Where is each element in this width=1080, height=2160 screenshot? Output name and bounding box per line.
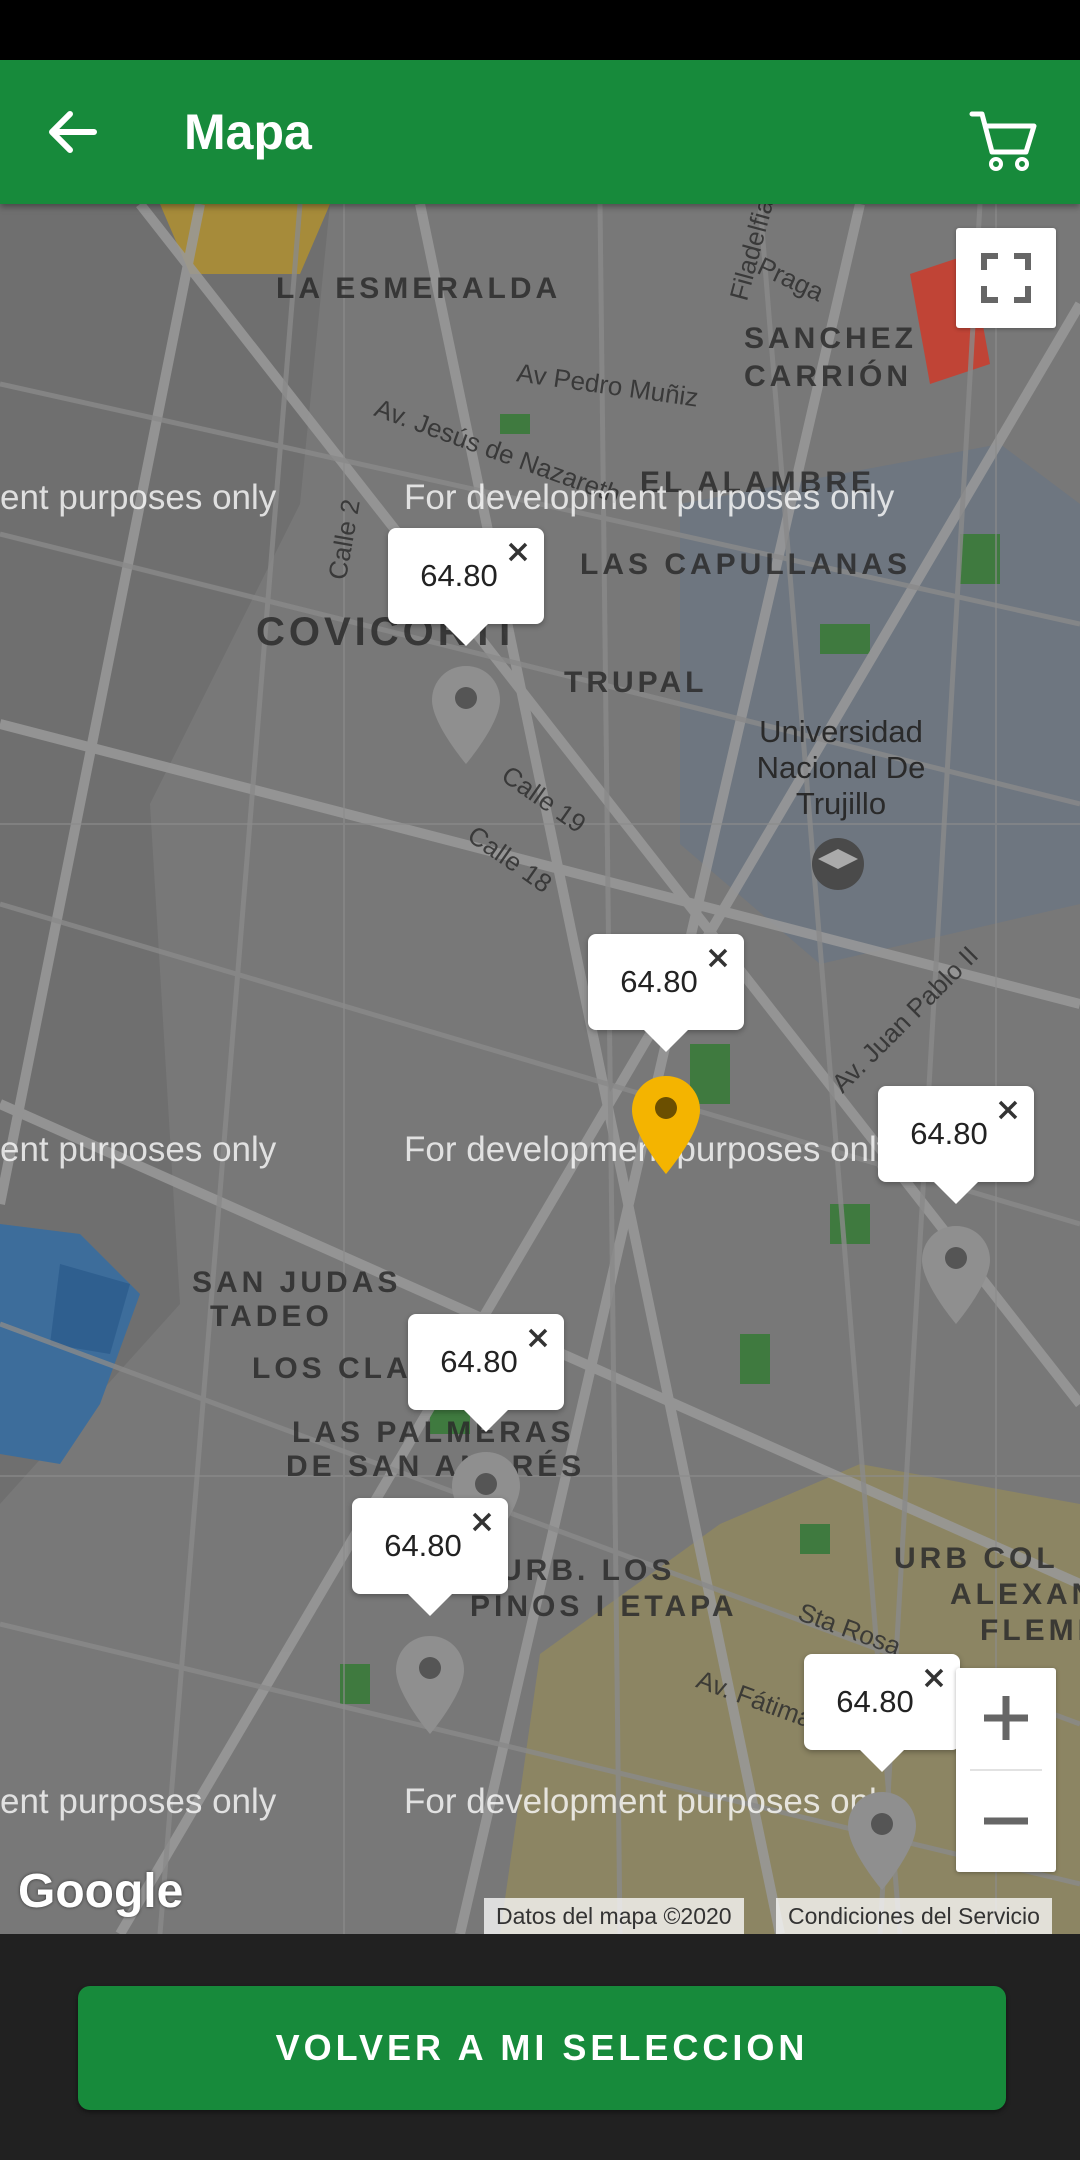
close-icon[interactable] <box>518 1318 558 1358</box>
back-button[interactable] <box>36 96 108 168</box>
map-label: LOS CLA <box>252 1352 412 1385</box>
fullscreen-icon <box>981 253 1031 303</box>
map-label: LA ESMERALDA <box>276 272 562 305</box>
map-label: DE SAN ANDRÉS <box>286 1450 586 1483</box>
terms-of-service-link[interactable]: Condiciones del Servicio <box>776 1898 1052 1934</box>
close-icon[interactable] <box>498 532 538 572</box>
close-icon[interactable] <box>462 1502 502 1542</box>
plus-icon <box>984 1696 1028 1740</box>
back-to-selection-button[interactable]: VOLVER A MI SELECCION <box>78 1986 1006 2110</box>
price-info-window[interactable]: 64.80 <box>804 1654 960 1772</box>
map-label: SAN JUDAS <box>192 1266 402 1299</box>
zoom-controls <box>956 1668 1056 1872</box>
app-bar: Mapa <box>0 60 1080 204</box>
map-pin-selected-icon[interactable] <box>630 1074 702 1176</box>
google-logo: Google <box>18 1865 184 1918</box>
price-info-window[interactable]: 64.80 <box>878 1086 1034 1204</box>
fullscreen-button[interactable] <box>956 228 1056 328</box>
map-label: URB. LOS <box>500 1554 676 1587</box>
minus-icon <box>984 1817 1028 1825</box>
shopping-cart-icon <box>969 111 1037 171</box>
map-label: CARRIÓN <box>744 360 912 393</box>
close-icon[interactable] <box>698 938 738 978</box>
price-info-window[interactable]: 64.80 <box>588 934 744 1052</box>
map-label: LAS PALMERAS <box>292 1416 575 1449</box>
map-pin-icon[interactable] <box>430 664 502 766</box>
zoom-out-button[interactable] <box>956 1771 1056 1872</box>
price-info-window[interactable]: 64.80 <box>352 1498 508 1616</box>
map-label: LAS CAPULLANAS <box>580 548 911 581</box>
page-title: Mapa <box>184 104 312 160</box>
close-icon[interactable] <box>988 1090 1028 1130</box>
map-data-attribution[interactable]: Datos del mapa ©2020 <box>484 1898 744 1934</box>
map-label: FLEMIN <box>980 1614 1080 1647</box>
map-pin-icon[interactable] <box>920 1224 992 1326</box>
university-label: Universidad Nacional De Trujillo <box>756 714 926 821</box>
map-label: SANCHEZ <box>744 322 918 355</box>
watermark-text: For development purposes only <box>404 1782 895 1821</box>
map-label: PINOS I ETAPA <box>470 1590 738 1623</box>
map-label: ALEXAN <box>950 1578 1080 1611</box>
arrow-back-icon <box>49 111 97 153</box>
map-pin-icon[interactable] <box>846 1790 918 1892</box>
zoom-in-button[interactable] <box>956 1668 1056 1769</box>
map-label: TRUPAL <box>564 666 708 699</box>
price-info-window[interactable]: 64.80 <box>408 1314 564 1432</box>
cart-button[interactable] <box>966 100 1042 176</box>
watermark-text: ent purposes only <box>0 478 277 517</box>
watermark-text: For development purposes only <box>404 478 895 517</box>
map-label: URB COL <box>894 1542 1059 1575</box>
map-pin-icon[interactable] <box>394 1634 466 1736</box>
status-bar <box>0 0 1080 60</box>
close-icon[interactable] <box>914 1658 954 1698</box>
price-info-window[interactable]: 64.80 <box>388 528 544 646</box>
watermark-text: ent purposes only <box>0 1782 277 1821</box>
watermark-text: ent purposes only <box>0 1130 277 1169</box>
map-view[interactable]: LA ESMERALDA SANCHEZ CARRIÓN EL ALAMBRE … <box>0 204 1080 1934</box>
map-label: TADEO <box>210 1300 333 1333</box>
